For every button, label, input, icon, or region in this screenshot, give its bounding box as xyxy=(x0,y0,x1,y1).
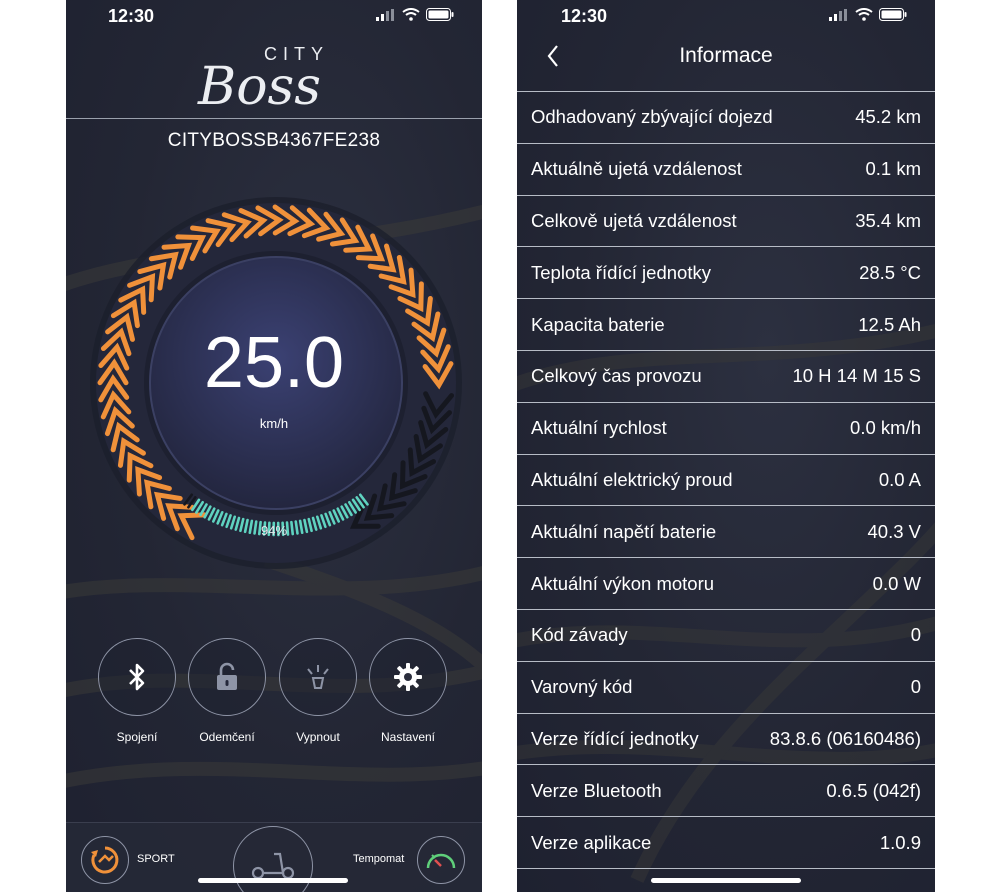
light-off-icon xyxy=(307,665,329,689)
info-row-value: 0.1 km xyxy=(865,158,921,180)
battery-percent: 94% xyxy=(260,523,288,538)
sport-mode-label: SPORT xyxy=(137,853,175,865)
header-divider xyxy=(66,118,482,119)
status-time: 12:30 xyxy=(561,6,608,26)
info-screen: 12:30 Informace Odhadovaný zbývající doj… xyxy=(517,0,935,892)
control-connect[interactable]: Spojení xyxy=(97,638,177,744)
info-row: Celkový čas provozu 10 H 14 M 15 S xyxy=(517,351,935,403)
info-row: Aktuálně ujetá vzdálenost 0.1 km xyxy=(517,144,935,196)
speedometer-icon xyxy=(426,853,456,869)
sport-mode-icon xyxy=(91,846,119,874)
info-row-value: 0.6.5 (042f) xyxy=(826,779,921,801)
info-row-label: Verze Bluetooth xyxy=(531,779,662,801)
control-unlock[interactable]: Odemčení xyxy=(187,638,267,744)
device-id: CITYBOSSB4367FE238 xyxy=(167,130,381,151)
status-icons xyxy=(376,8,454,21)
sport-mode-button[interactable] xyxy=(81,836,129,884)
unlock-label: Odemčení xyxy=(199,730,255,744)
logo-main-text: Boss xyxy=(197,57,321,112)
info-row-value: 0.0 km/h xyxy=(850,417,921,439)
info-row: Aktuální výkon motoru 0.0 W xyxy=(517,558,935,610)
speed-unit: km/h xyxy=(259,416,289,431)
info-row-value: 40.3 V xyxy=(867,520,922,542)
wifi-icon xyxy=(855,8,873,21)
info-row: Aktuální napětí baterie 40.3 V xyxy=(517,506,935,559)
info-row-label: Aktuální výkon motoru xyxy=(531,572,715,594)
cruise-label: Tempomat xyxy=(353,853,405,865)
info-row-value: 35.4 km xyxy=(855,209,921,231)
info-row-label: Aktuální napětí baterie xyxy=(531,520,717,542)
settings-button[interactable] xyxy=(369,638,447,716)
info-row-label: Odhadovaný zbývající dojezd xyxy=(531,106,773,128)
info-row-value: 10 H 14 M 15 S xyxy=(792,365,921,387)
light-label: Vypnout xyxy=(296,730,340,744)
battery-status-icon xyxy=(426,8,454,21)
info-row-value: 0.0 A xyxy=(878,468,921,490)
connect-label: Spojení xyxy=(116,730,158,744)
info-row-value: 1.0.9 xyxy=(879,831,921,853)
dashboard-screen: 12:30 CITY Boss CITYBOSSB4367FE238 25.0 … xyxy=(66,0,482,892)
info-row-label: Teplota řídící jednotky xyxy=(531,261,711,283)
gear-icon xyxy=(394,663,422,691)
cityboss-logo: CITY Boss xyxy=(197,44,323,112)
info-row: Aktuální elektrický proud 0.0 A xyxy=(517,455,935,507)
unlock-icon xyxy=(217,662,237,690)
info-row-label: Verze aplikace xyxy=(531,831,652,853)
info-row: Verze Bluetooth 0.6.5 (042f) xyxy=(517,765,935,818)
info-row: Aktuální rychlost 0.0 km/h xyxy=(517,403,935,455)
info-row-value: 83.8.6 (06160486) xyxy=(769,727,921,749)
home-indicator xyxy=(651,878,801,883)
signal-icon xyxy=(376,8,394,21)
info-row-label: Celkový čas provozu xyxy=(531,365,702,387)
info-row-label: Kapacita baterie xyxy=(531,313,665,335)
info-row: Kód závady 0 xyxy=(517,610,935,662)
speed-value: 25.0 xyxy=(203,323,345,403)
info-row-label: Aktuální rychlost xyxy=(531,417,667,439)
info-row: Kapacita baterie 12.5 Ah xyxy=(517,299,935,351)
info-row-value: 0.0 W xyxy=(872,572,921,594)
connect-button[interactable] xyxy=(98,638,176,716)
info-row-label: Kód závady xyxy=(531,624,628,646)
info-row: Verze řídící jednotky 83.8.6 (06160486) xyxy=(517,714,935,766)
info-row: Varovný kód 0 xyxy=(517,662,935,714)
wifi-icon xyxy=(402,8,420,21)
control-light[interactable]: Vypnout xyxy=(278,638,358,744)
info-row-label: Celkově ujetá vzdálenost xyxy=(531,209,737,231)
light-button[interactable] xyxy=(279,638,357,716)
scooter-icon xyxy=(251,852,295,880)
info-row-value: 12.5 Ah xyxy=(858,313,921,335)
nav-bar: Informace xyxy=(517,34,935,92)
info-row-label: Aktuální elektrický proud xyxy=(531,468,733,490)
status-icons xyxy=(829,8,907,21)
signal-icon xyxy=(829,8,847,21)
info-row-label: Varovný kód xyxy=(531,676,633,698)
info-row-value: 45.2 km xyxy=(855,106,921,128)
settings-label: Nastavení xyxy=(380,730,436,744)
status-bar: 12:30 xyxy=(66,0,482,34)
info-row: Celkově ujetá vzdálenost 35.4 km xyxy=(517,196,935,248)
control-settings[interactable]: Nastavení xyxy=(368,638,448,744)
status-time: 12:30 xyxy=(108,6,155,26)
home-indicator xyxy=(198,878,348,883)
unlock-button[interactable] xyxy=(188,638,266,716)
battery-status-icon xyxy=(879,8,907,21)
info-row-value: 0 xyxy=(910,676,921,698)
info-row-value: 0 xyxy=(910,624,921,646)
info-row: Verze aplikace 1.0.9 xyxy=(517,817,935,869)
page-title: Informace xyxy=(679,44,773,67)
status-bar: 12:30 xyxy=(517,0,935,34)
bluetooth-icon xyxy=(129,663,145,691)
info-row: Teplota řídící jednotky 28.5 °C xyxy=(517,247,935,300)
info-list: Odhadovaný zbývající dojezd 45.2 km Aktuál… xyxy=(517,91,935,869)
cruise-control-button[interactable] xyxy=(417,836,465,884)
info-row-value: 28.5 °C xyxy=(859,261,921,283)
info-row-label: Verze řídící jednotky xyxy=(531,727,699,749)
info-row: Odhadovaný zbývající dojezd 45.2 km xyxy=(517,92,935,144)
info-row-label: Aktuálně ujetá vzdálenost xyxy=(531,158,742,180)
